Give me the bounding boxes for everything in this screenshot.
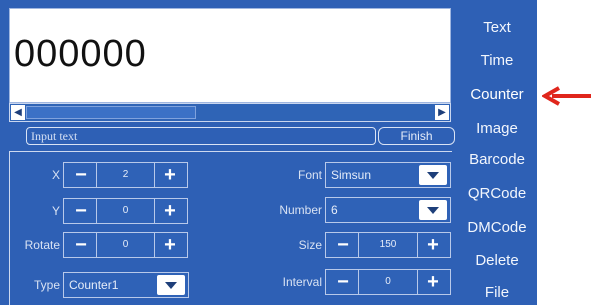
sidebar-item-text[interactable]: Text — [457, 18, 537, 38]
scroll-right-icon[interactable]: ▶ — [435, 105, 449, 120]
sidebar-item-barcode[interactable]: Barcode — [457, 150, 537, 170]
y-value[interactable]: 0 — [98, 199, 153, 223]
y-increment-button[interactable]: + — [154, 199, 185, 223]
y-decrement-button[interactable]: − — [66, 199, 97, 223]
sidebar-menu: Text Time Counter Image Barcode QRCode D… — [457, 0, 537, 305]
scroll-left-icon[interactable]: ◀ — [11, 105, 25, 120]
x-stepper: − 2 + — [63, 162, 188, 188]
sidebar-item-file[interactable]: File — [457, 283, 537, 303]
sidebar-item-time[interactable]: Time — [457, 51, 537, 71]
x-label: X — [51, 168, 60, 182]
type-value: Counter1 — [69, 278, 119, 292]
horizontal-scrollbar[interactable]: ◀ ▶ — [9, 103, 451, 122]
y-stepper: − 0 + — [63, 198, 188, 224]
rotate-decrement-button[interactable]: − — [66, 233, 97, 257]
interval-decrement-button[interactable]: − — [328, 270, 359, 294]
y-label: Y — [51, 204, 60, 218]
number-value: 6 — [331, 203, 338, 217]
rotate-label: Rotate — [24, 238, 60, 252]
type-select[interactable]: Counter1 — [63, 272, 189, 298]
rotate-stepper: − 0 + — [63, 232, 188, 258]
sidebar-item-image[interactable]: Image — [457, 119, 537, 139]
size-value[interactable]: 150 — [360, 233, 416, 257]
finish-button[interactable]: Finish — [378, 127, 455, 145]
x-increment-button[interactable]: + — [154, 163, 185, 187]
sidebar-item-delete[interactable]: Delete — [457, 251, 537, 271]
scrollbar-thumb[interactable] — [26, 106, 196, 119]
font-select[interactable]: Simsun — [325, 162, 451, 188]
sidebar-item-dmcode[interactable]: DMCode — [457, 218, 537, 238]
interval-label: Interval — [282, 275, 322, 289]
rotate-increment-button[interactable]: + — [154, 233, 185, 257]
rotate-value[interactable]: 0 — [98, 233, 153, 257]
size-increment-button[interactable]: + — [417, 233, 448, 257]
chevron-down-icon[interactable] — [419, 165, 447, 185]
sidebar-item-qrcode[interactable]: QRCode — [457, 184, 537, 204]
chevron-down-icon[interactable] — [157, 275, 185, 295]
x-decrement-button[interactable]: − — [66, 163, 97, 187]
preview-text: 000000 — [14, 33, 147, 75]
font-label: Font — [297, 168, 322, 182]
interval-stepper: − 0 + — [325, 269, 451, 295]
interval-value[interactable]: 0 — [360, 270, 416, 294]
preview-display: 000000 — [9, 8, 451, 103]
size-label: Size — [298, 238, 322, 252]
x-value[interactable]: 2 — [98, 163, 153, 187]
interval-increment-button[interactable]: + — [417, 270, 448, 294]
properties-area: X − 2 + Y − 0 + Rotate − 0 + Type Counte… — [9, 151, 452, 305]
number-label: Number — [279, 203, 322, 217]
pointer-arrow-icon — [542, 86, 591, 106]
editor-panel: 000000 ◀ ▶ Input text Finish X − 2 + Y −… — [0, 0, 537, 305]
number-select[interactable]: 6 — [325, 197, 451, 223]
text-input[interactable]: Input text — [26, 127, 376, 145]
font-value: Simsun — [331, 168, 372, 182]
sidebar-item-counter[interactable]: Counter — [457, 85, 537, 105]
size-stepper: − 150 + — [325, 232, 451, 258]
size-decrement-button[interactable]: − — [328, 233, 359, 257]
type-label: Type — [33, 278, 60, 292]
chevron-down-icon[interactable] — [419, 200, 447, 220]
